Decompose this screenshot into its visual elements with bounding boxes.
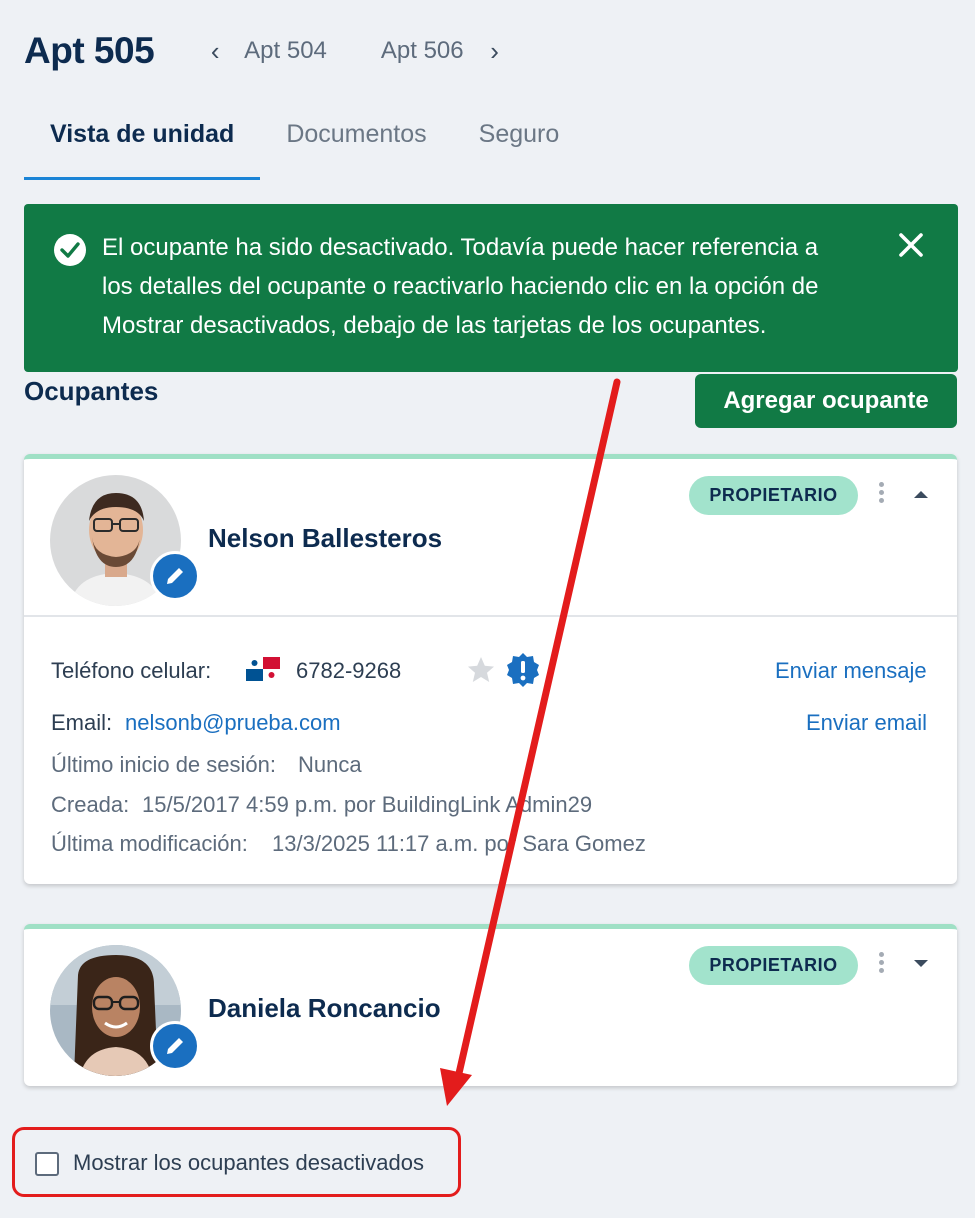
banner-message: El ocupante ha sido desactivado. Todavía…: [102, 228, 892, 345]
add-occupant-button[interactable]: Agregar ocupante: [695, 374, 957, 428]
occupant-card: Nelson Ballesteros PROPIETARIO Teléfono …: [24, 454, 957, 884]
tab-bar: Vista de unidad Documentos Seguro: [24, 108, 585, 180]
tab-seguro[interactable]: Seguro: [453, 108, 586, 180]
divider: [24, 615, 957, 617]
modified-value: 13/3/2025 11:17 a.m. por Sara Gomez: [272, 831, 646, 856]
prev-unit-link[interactable]: Apt 504: [244, 37, 327, 65]
email-label: Email:: [51, 710, 113, 735]
last-login-label: Último inicio de sesión:: [51, 752, 276, 777]
modified-label: Última modificación:: [51, 831, 248, 856]
occupant-card: Daniela Roncancio PROPIETARIO: [24, 924, 957, 1086]
occupant-name: Nelson Ballesteros: [208, 523, 443, 553]
phone-label: Teléfono celular:: [51, 658, 212, 683]
edit-pencil-icon[interactable]: [150, 551, 200, 601]
chevron-right-icon[interactable]: ›: [480, 36, 510, 67]
edit-pencil-icon[interactable]: [150, 1021, 200, 1071]
role-badge: PROPIETARIO: [689, 476, 858, 515]
created-value: 15/5/2017 4:59 p.m. por BuildingLink Adm…: [142, 792, 593, 817]
show-deactivated-label[interactable]: Mostrar los ocupantes desactivados: [73, 1150, 424, 1176]
occupant-name: Daniela Roncancio: [208, 993, 441, 1023]
check-circle-icon: [54, 234, 86, 266]
tab-documentos[interactable]: Documentos: [260, 108, 452, 180]
show-deactivated-highlight: Mostrar los ocupantes desactivados: [12, 1127, 461, 1197]
created-label: Creada:: [51, 792, 130, 817]
close-icon[interactable]: [896, 230, 926, 260]
phone-number: 6782-9268: [296, 658, 402, 683]
section-title: Ocupantes: [24, 376, 159, 406]
chevron-down-icon[interactable]: [909, 954, 933, 974]
more-options-icon[interactable]: [872, 479, 890, 509]
success-banner: El ocupante ha sido desactivado. Todavía…: [24, 204, 958, 372]
star-icon[interactable]: [466, 655, 496, 685]
panama-flag-icon: [246, 657, 280, 681]
role-badge: PROPIETARIO: [689, 946, 858, 985]
send-message-link[interactable]: Enviar mensaje: [775, 658, 927, 684]
last-login-value: Nunca: [298, 752, 362, 777]
send-email-link[interactable]: Enviar email: [806, 710, 927, 736]
show-deactivated-checkbox[interactable]: [35, 1152, 59, 1176]
unit-header: Apt 505 ‹ Apt 504 Apt 506 ›: [24, 28, 510, 74]
next-unit-link[interactable]: Apt 506: [381, 37, 464, 65]
email-link[interactable]: nelsonb@prueba.com: [125, 710, 341, 736]
banner-line: El ocupante ha sido desactivado. Todavía…: [102, 234, 819, 261]
more-options-icon[interactable]: [872, 949, 890, 979]
chevron-up-icon[interactable]: [909, 484, 933, 504]
alert-badge-icon[interactable]: [505, 652, 541, 688]
banner-line: Mostrar desactivados, debajo de las tarj…: [102, 312, 767, 339]
chevron-left-icon[interactable]: ‹: [200, 36, 230, 67]
banner-line: los detalles del ocupante o reactivarlo …: [102, 273, 819, 300]
page-title: Apt 505: [24, 30, 155, 71]
tab-vista-de-unidad[interactable]: Vista de unidad: [24, 108, 261, 180]
